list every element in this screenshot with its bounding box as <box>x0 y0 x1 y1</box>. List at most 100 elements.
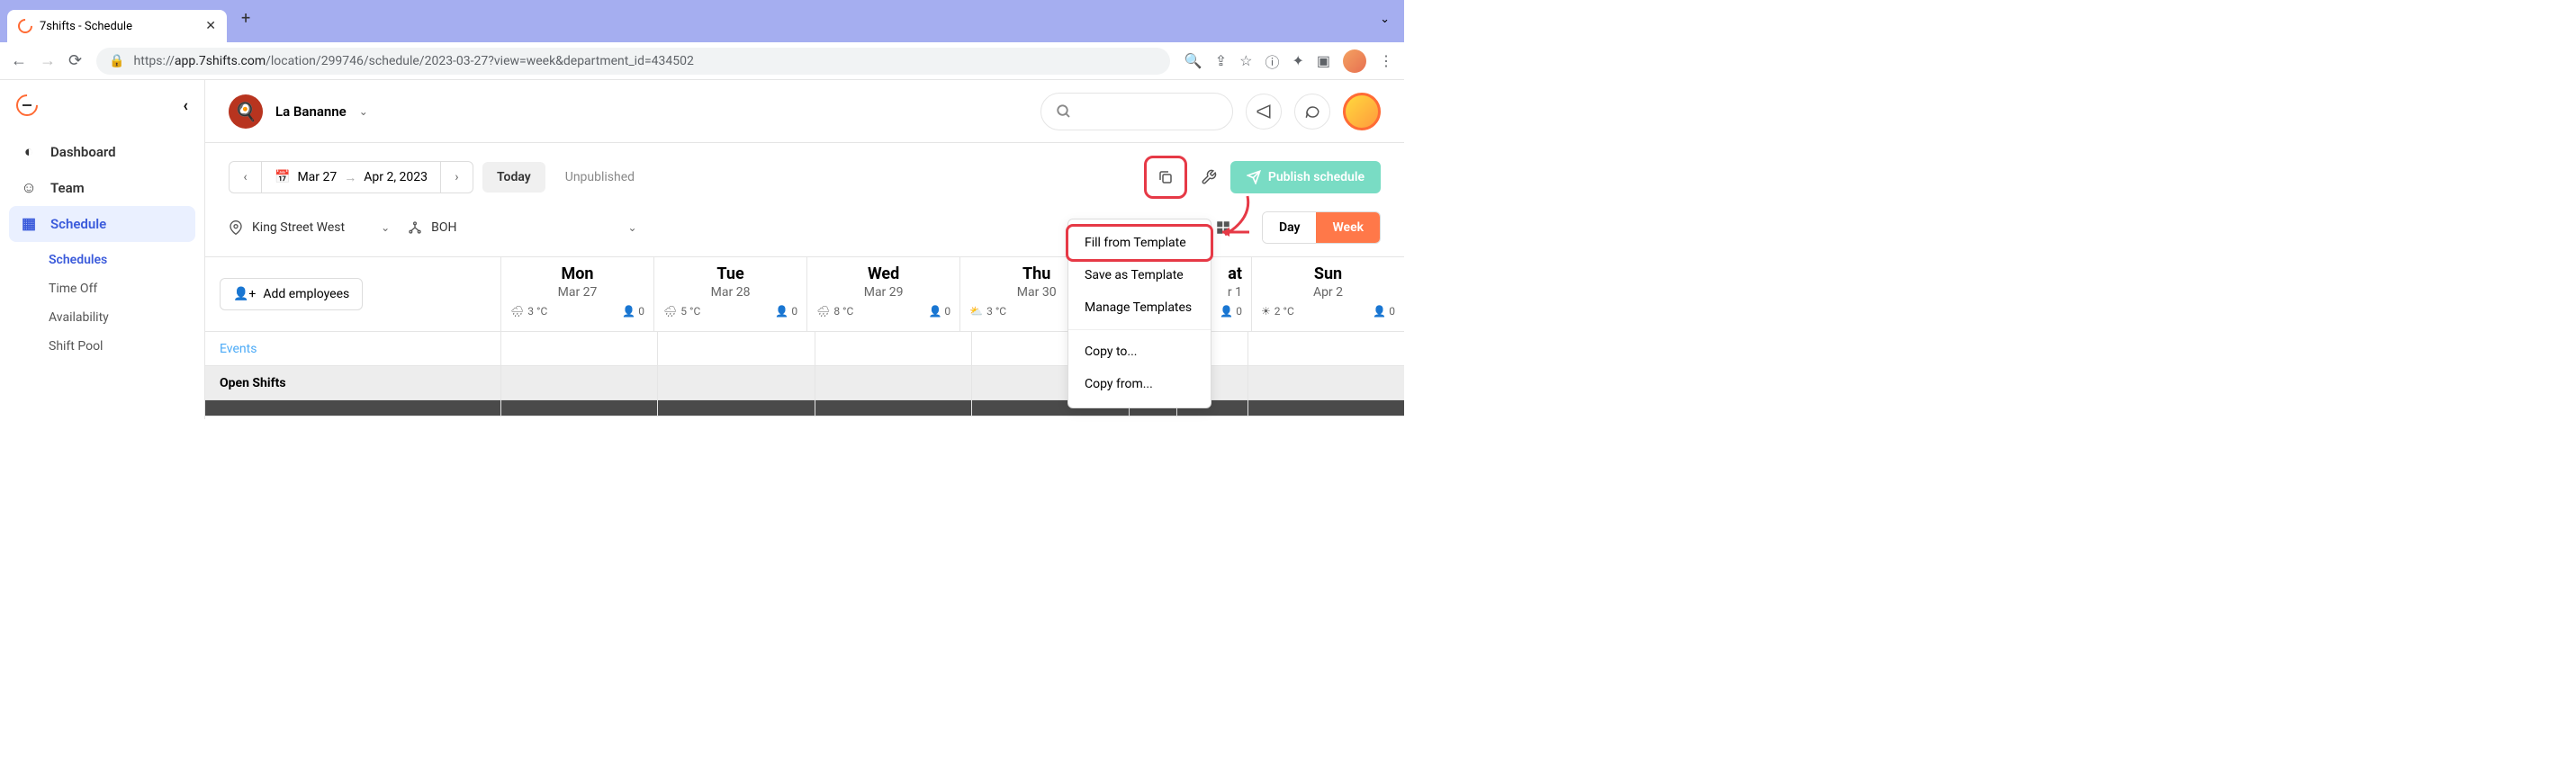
day-header-sun: Sun Apr 2 ☀ 2 °C👤 0 <box>1251 257 1404 331</box>
day-header-tue: Tue Mar 28 🌧 5 °C👤 0 <box>653 257 806 331</box>
templates-dropdown: Fill from Template Save as Template Mana… <box>1067 219 1211 408</box>
filter-row: King Street West ⌄ BOH ⌄ Day Week <box>205 211 1404 256</box>
sidebar-item-label: Dashboard <box>50 144 116 160</box>
calendar-icon: ▦ <box>20 215 38 233</box>
publish-status: Unpublished <box>565 170 635 184</box>
sidebar-item-dashboard[interactable]: ◐ Dashboard <box>9 134 195 170</box>
gauge-icon: ◐ <box>20 143 38 161</box>
info-icon[interactable]: ⓘ <box>1265 50 1279 72</box>
add-person-icon: 👤+ <box>233 287 256 301</box>
grid-view-icon[interactable] <box>1215 219 1231 236</box>
sidebar-subitem-timeoff[interactable]: Time Off <box>49 274 195 303</box>
schedule-toolbar: ‹ 📅 Mar 27 → Apr 2, 2023 › Today Unpubli… <box>205 143 1404 211</box>
weather-icon: ☀ 2 °C <box>1261 305 1294 318</box>
browser-tab-strip: 7shifts - Schedule ✕ + ⌄ <box>0 0 1404 42</box>
main-content: 🍳 La Bananne ⌄ ‹ 📅 Mar 27 <box>205 80 1404 419</box>
location-filter[interactable]: King Street West ⌄ <box>229 220 390 235</box>
chevron-down-icon: ⌄ <box>628 221 637 234</box>
people-count: 👤 0 <box>1220 305 1242 318</box>
calendar-icon: 📅 <box>275 170 290 184</box>
open-shifts-row: Open Shifts <box>205 366 1404 400</box>
chevron-down-icon: ⌄ <box>381 221 390 234</box>
messages-icon[interactable] <box>1294 94 1330 130</box>
location-chevron-icon[interactable]: ⌄ <box>359 105 368 118</box>
search-input[interactable] <box>1040 93 1233 130</box>
reload-button[interactable]: ⟳ <box>68 51 82 70</box>
schedule-grid: 👤+ Add employees Mon Mar 27 🌧 3 °C👤 0 Tu… <box>205 256 1404 416</box>
dark-row <box>205 400 1404 416</box>
sidebar-subitem-schedules[interactable]: Schedules <box>49 246 195 274</box>
url-text: https://app.7shifts.com/location/299746/… <box>134 54 694 68</box>
browser-toolbar: ← → ⟳ 🔒 https://app.7shifts.com/location… <box>0 42 1404 80</box>
day-header-wed: Wed Mar 29 🌧 8 °C👤 0 <box>806 257 959 331</box>
search-icon <box>1056 103 1072 120</box>
org-icon <box>408 220 422 235</box>
date-range-picker: ‹ 📅 Mar 27 → Apr 2, 2023 › <box>229 161 473 193</box>
pin-icon <box>229 220 243 235</box>
sidebar-item-schedule[interactable]: ▦ Schedule <box>9 206 195 242</box>
profile-avatar[interactable] <box>1343 49 1366 73</box>
tabs-chevron-icon[interactable]: ⌄ <box>1380 13 1390 26</box>
weather-icon: 🌧 3 °C <box>510 305 547 318</box>
templates-button[interactable] <box>1144 156 1187 199</box>
close-tab-icon[interactable]: ✕ <box>205 19 216 33</box>
view-day-button[interactable]: Day <box>1263 212 1317 243</box>
menu-icon[interactable]: ⋮ <box>1379 52 1393 69</box>
topbar: 🍳 La Bananne ⌄ <box>205 80 1404 143</box>
dropdown-item-manage-templates[interactable]: Manage Templates <box>1068 291 1211 324</box>
share-icon[interactable]: ⇪ <box>1215 52 1227 69</box>
address-bar[interactable]: 🔒 https://app.7shifts.com/location/29974… <box>96 48 1170 75</box>
tools-button[interactable] <box>1196 161 1221 193</box>
sidebar-item-label: Schedule <box>50 216 106 232</box>
grid-header-row: 👤+ Add employees Mon Mar 27 🌧 3 °C👤 0 Tu… <box>205 257 1404 332</box>
next-week-button[interactable]: › <box>440 162 473 193</box>
sidebar: ‹ ◐ Dashboard ☺ Team ▦ Schedule Schedule… <box>0 80 205 419</box>
today-button[interactable]: Today <box>482 162 545 193</box>
browser-tab[interactable]: 7shifts - Schedule ✕ <box>7 10 227 42</box>
lock-icon: 🔒 <box>109 54 124 68</box>
favicon-icon <box>15 16 36 37</box>
forward-button[interactable]: → <box>40 51 56 70</box>
new-tab-button[interactable]: + <box>241 9 250 28</box>
bookmark-icon[interactable]: ☆ <box>1239 52 1252 69</box>
collapse-sidebar-icon[interactable]: ‹ <box>183 96 188 115</box>
sidebar-subitem-shiftpool[interactable]: Shift Pool <box>49 332 195 361</box>
dropdown-item-fill-template[interactable]: Fill from Template <box>1066 224 1213 262</box>
prev-week-button[interactable]: ‹ <box>230 162 262 193</box>
row-label[interactable]: Events <box>205 332 500 365</box>
sidebar-item-team[interactable]: ☺ Team <box>9 170 195 206</box>
events-row: Events <box>205 332 1404 366</box>
dropdown-divider <box>1068 329 1211 330</box>
announcements-icon[interactable] <box>1246 94 1282 130</box>
weather-icon: 🌧 8 °C <box>816 305 853 318</box>
people-count: 👤 0 <box>928 305 950 318</box>
location-avatar: 🍳 <box>229 94 263 129</box>
add-employees-button[interactable]: 👤+ Add employees <box>220 278 363 310</box>
weather-icon: 🌧 5 °C <box>663 305 700 318</box>
view-toggle: Day Week <box>1262 211 1381 244</box>
people-count: 👤 0 <box>775 305 797 318</box>
department-filter[interactable]: BOH ⌄ <box>408 220 636 235</box>
face-icon: ☺ <box>20 179 38 197</box>
dropdown-item-copy-from[interactable]: Copy from... <box>1068 368 1211 400</box>
people-count: 👤 0 <box>1373 305 1395 318</box>
user-avatar[interactable] <box>1343 93 1381 130</box>
back-button[interactable]: ← <box>11 51 27 70</box>
row-label[interactable]: Open Shifts <box>205 366 500 399</box>
day-header-mon: Mon Mar 27 🌧 3 °C👤 0 <box>500 257 653 331</box>
sidebar-item-label: Team <box>50 180 85 196</box>
location-name: La Bananne <box>275 103 347 120</box>
reader-icon[interactable]: ▣ <box>1317 52 1330 69</box>
sidebar-subitem-availability[interactable]: Availability <box>49 303 195 332</box>
app-logo[interactable] <box>12 90 42 121</box>
weather-icon: ⛅ 3 °C <box>969 305 1006 318</box>
zoom-icon[interactable]: 🔍 <box>1184 52 1202 69</box>
view-week-button[interactable]: Week <box>1316 212 1380 243</box>
people-count: 👤 0 <box>622 305 644 318</box>
extensions-icon[interactable]: ✦ <box>1292 52 1303 69</box>
dropdown-item-save-template[interactable]: Save as Template <box>1068 259 1211 291</box>
publish-button[interactable]: Publish schedule <box>1230 161 1381 193</box>
dropdown-item-copy-to[interactable]: Copy to... <box>1068 336 1211 368</box>
date-range-display[interactable]: 📅 Mar 27 → Apr 2, 2023 <box>262 170 440 185</box>
tab-title: 7shifts - Schedule <box>40 20 198 33</box>
